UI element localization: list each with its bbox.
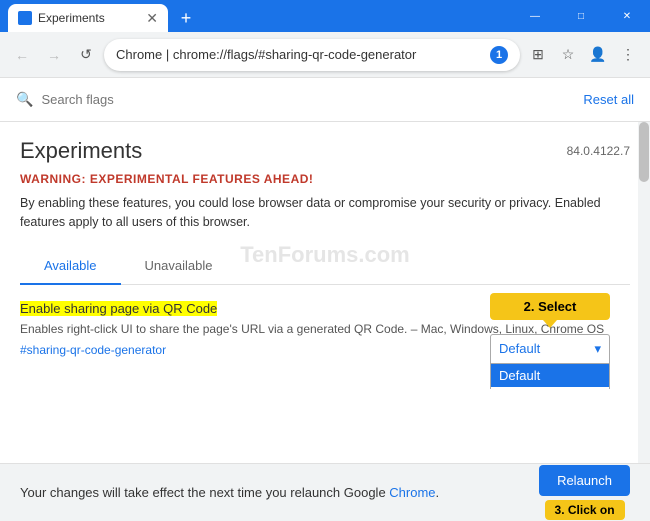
page-title: Experiments — [20, 138, 142, 164]
forward-button[interactable]: → — [40, 41, 68, 69]
click-on-label: 3. Click on — [545, 500, 625, 520]
tab-close-button[interactable]: ✕ — [146, 11, 158, 25]
close-button[interactable]: ✕ — [604, 0, 650, 32]
relaunch-button[interactable]: Relaunch — [539, 465, 630, 496]
dropdown-arrow-icon: ▾ — [594, 341, 601, 357]
back-button[interactable]: ← — [8, 41, 36, 69]
chrome-link[interactable]: Chrome — [389, 485, 435, 500]
dropdown-current-value: Default — [499, 341, 540, 356]
feature-title: Enable sharing page via QR Code — [20, 301, 217, 316]
extensions-icon[interactable]: ⊞ — [524, 41, 552, 69]
dropdown-container: 2. Select Default ▾ Default Enabled Disa… — [490, 293, 610, 389]
tab-favicon — [18, 11, 32, 25]
search-bar: 🔍 Reset all — [0, 78, 650, 122]
url-badge: 1 — [490, 46, 508, 64]
feature-link[interactable]: #sharing-qr-code-generator — [20, 343, 166, 357]
minimize-button[interactable]: — — [512, 0, 558, 32]
feature-section: Enable sharing page via QR Code Enables … — [20, 285, 630, 373]
select-label: 2. Select — [490, 293, 610, 320]
tabs-bar: Available Unavailable — [20, 248, 630, 285]
bottom-bar: Your changes will take effect the next t… — [0, 463, 650, 521]
version-label: 84.0.4122.7 — [567, 144, 630, 158]
title-bar: Experiments ✕ + — □ ✕ — [0, 0, 650, 32]
option-default[interactable]: Default — [491, 364, 609, 387]
url-text: Chrome | chrome://flags/#sharing-qr-code… — [116, 47, 486, 62]
new-tab-button[interactable]: + — [172, 4, 200, 32]
url-bar[interactable]: Chrome | chrome://flags/#sharing-qr-code… — [104, 39, 520, 71]
bookmark-icon[interactable]: ☆ — [554, 41, 582, 69]
toolbar-icons: ⊞ ☆ 👤 ⋮ — [524, 41, 642, 69]
maximize-button[interactable]: □ — [558, 0, 604, 32]
main-content: TenForums.com Experiments 84.0.4122.7 WA… — [0, 122, 650, 389]
search-icon: 🔍 — [16, 91, 33, 108]
profile-icon[interactable]: 👤 — [584, 41, 612, 69]
relaunch-area: Relaunch 3. Click on — [539, 465, 630, 520]
warning-text: WARNING: EXPERIMENTAL FEATURES AHEAD! — [20, 172, 630, 186]
description-text: By enabling these features, you could lo… — [20, 194, 630, 232]
dropdown-options: Default Enabled Disabled — [490, 364, 610, 389]
address-bar: ← → ↺ Chrome | chrome://flags/#sharing-q… — [0, 32, 650, 78]
option-enabled[interactable]: Enabled — [491, 387, 609, 389]
reset-all-button[interactable]: Reset all — [583, 92, 634, 107]
search-input[interactable] — [41, 92, 575, 107]
bottom-message: Your changes will take effect the next t… — [20, 485, 439, 500]
tab-unavailable[interactable]: Unavailable — [121, 248, 237, 285]
active-tab[interactable]: Experiments ✕ — [8, 4, 168, 32]
content-header: Experiments 84.0.4122.7 — [20, 138, 630, 164]
reload-button[interactable]: ↺ — [72, 41, 100, 69]
menu-icon[interactable]: ⋮ — [614, 41, 642, 69]
tab-available[interactable]: Available — [20, 248, 121, 285]
dropdown-trigger[interactable]: Default ▾ — [490, 334, 610, 364]
tab-title: Experiments — [38, 11, 105, 25]
window-controls: — □ ✕ — [512, 0, 650, 32]
